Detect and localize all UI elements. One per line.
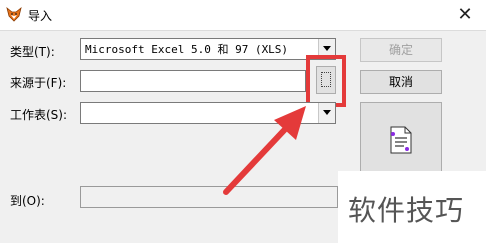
watermark-text: 软件技巧 — [348, 194, 465, 227]
watermark: 软件技巧 — [338, 171, 486, 243]
